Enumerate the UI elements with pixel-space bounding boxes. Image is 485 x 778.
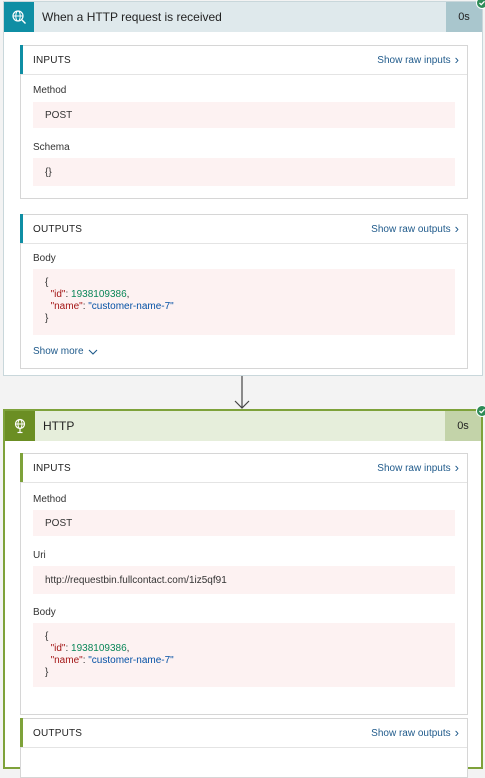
json-value-name: "customer-name-7" — [88, 655, 174, 666]
json-key-name: "name" — [50, 301, 83, 312]
trigger-outputs-header: OUTPUTS Show raw outputs › — [20, 214, 467, 244]
inputs-title: INPUTS — [33, 54, 71, 66]
body-label: Body — [33, 607, 56, 618]
chevron-right-icon: › — [454, 460, 459, 475]
json-value-id: 1938109386 — [71, 643, 127, 654]
method-value: POST — [33, 102, 455, 128]
http-globe-icon — [14, 418, 26, 434]
body-json: { "id": 1938109386, "name": "customer-na… — [33, 623, 455, 687]
json-open-brace: { — [45, 277, 49, 288]
trigger-icon-box — [4, 2, 34, 32]
schema-value: {} — [33, 158, 455, 186]
trigger-inputs-header: INPUTS Show raw inputs › — [20, 45, 467, 75]
http-header[interactable]: HTTP 0s — [5, 411, 481, 441]
show-raw-inputs-link[interactable]: Show raw inputs › — [377, 460, 467, 475]
flow-arrow-down-icon — [234, 376, 250, 409]
uri-value: http://requestbin.fullcontact.com/1iz5qf… — [33, 566, 455, 594]
outputs-title: OUTPUTS — [33, 223, 83, 235]
show-raw-inputs-label: Show raw inputs — [377, 462, 451, 474]
show-more-label: Show more — [33, 346, 84, 357]
http-outputs-section: OUTPUTS Show raw outputs › — [20, 718, 468, 778]
success-check-icon — [476, 405, 485, 417]
schema-label: Schema — [33, 142, 70, 153]
trigger-inputs-section: INPUTS Show raw inputs › Method POST Sch… — [20, 45, 468, 199]
method-value: POST — [33, 510, 455, 536]
http-icon-box — [5, 411, 35, 441]
json-value-name: "customer-name-7" — [88, 301, 174, 312]
json-key-id: "id" — [50, 289, 66, 300]
http-action-card: HTTP 0s INPUTS Show raw inputs › Method … — [3, 405, 485, 778]
json-open-brace: { — [45, 631, 49, 642]
show-raw-inputs-link[interactable]: Show raw inputs › — [377, 52, 467, 67]
trigger-header[interactable]: When a HTTP request is received 0s — [4, 2, 482, 32]
body-label: Body — [33, 253, 56, 264]
http-inputs-header: INPUTS Show raw inputs › — [20, 453, 467, 483]
method-label: Method — [33, 85, 67, 96]
body-json: { "id": 1938109386, "name": "customer-na… — [33, 269, 455, 335]
trigger-title: When a HTTP request is received — [42, 10, 222, 24]
json-close-brace: } — [45, 313, 49, 324]
show-raw-outputs-link[interactable]: Show raw outputs › — [371, 725, 467, 740]
chevron-right-icon: › — [454, 52, 459, 67]
json-key-name: "name" — [50, 655, 83, 666]
outputs-title: OUTPUTS — [33, 727, 83, 739]
json-key-id: "id" — [50, 643, 66, 654]
uri-label: Uri — [33, 550, 46, 561]
show-raw-outputs-link[interactable]: Show raw outputs › — [371, 221, 467, 236]
trigger-outputs-section: OUTPUTS Show raw outputs › Body { "id": … — [20, 214, 468, 369]
inputs-title: INPUTS — [33, 462, 71, 474]
json-value-id: 1938109386 — [71, 289, 127, 300]
show-more-link[interactable]: Show more — [33, 346, 98, 357]
chevron-down-icon — [88, 349, 97, 355]
method-label: Method — [33, 494, 67, 505]
show-raw-outputs-label: Show raw outputs — [371, 727, 451, 739]
chevron-right-icon: › — [454, 221, 459, 236]
success-check-icon — [476, 0, 485, 9]
show-raw-outputs-label: Show raw outputs — [371, 223, 451, 235]
show-raw-inputs-label: Show raw inputs — [377, 54, 451, 66]
http-request-globe-icon — [12, 10, 26, 24]
trigger-card: When a HTTP request is received 0s INPUT… — [3, 0, 485, 376]
json-close-brace: } — [45, 667, 49, 678]
http-inputs-section: INPUTS Show raw inputs › Method POST Uri… — [20, 453, 468, 715]
chevron-right-icon: › — [454, 725, 459, 740]
http-outputs-header: OUTPUTS Show raw outputs › — [20, 718, 467, 748]
http-duration: 0s — [445, 411, 481, 441]
http-title: HTTP — [43, 419, 75, 433]
